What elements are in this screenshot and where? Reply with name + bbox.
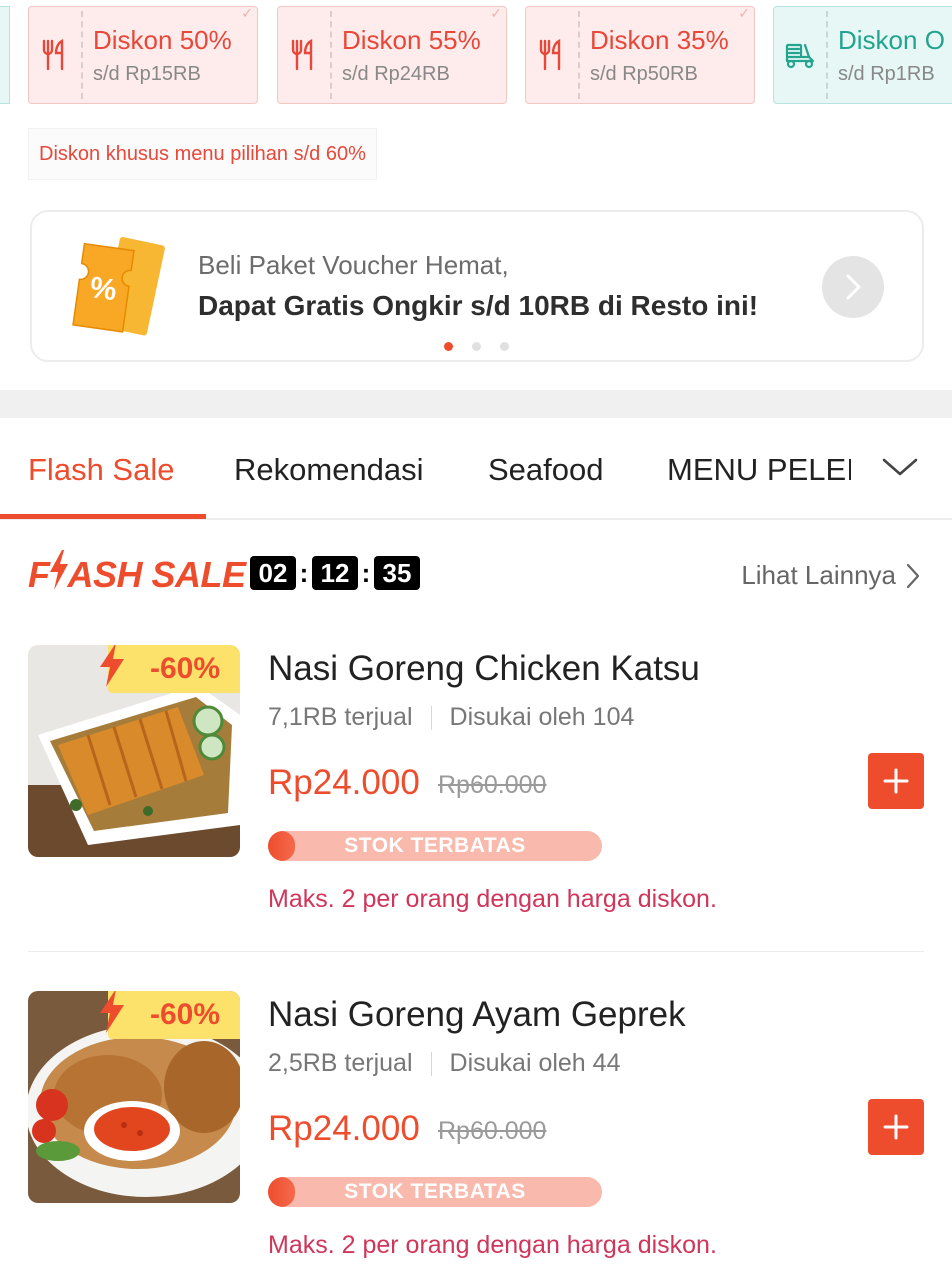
voucher-subtitle: s/d Rp24RB xyxy=(342,63,450,85)
lightning-icon xyxy=(98,645,126,692)
category-tabs: Flash Sale Rekomendasi Seafood MENU PELE… xyxy=(0,418,952,520)
product-name: Nasi Goreng Chicken Katsu xyxy=(268,649,700,688)
product-name: Nasi Goreng Ayam Geprek xyxy=(268,995,686,1034)
product-item[interactable]: -60% Nasi Goreng Ayam Geprek 2,5RB terju… xyxy=(0,991,952,1280)
carousel-pagination xyxy=(444,342,509,351)
svg-text:%: % xyxy=(88,271,119,307)
sold-count: 7,1RB terjual xyxy=(268,703,413,731)
tab-menu-pelengkap[interactable]: MENU PELEI xyxy=(667,452,851,488)
product-stats: 2,5RB terjual Disukai oleh 44 xyxy=(268,1049,620,1078)
product-stats: 7,1RB terjual Disukai oleh 104 xyxy=(268,703,634,732)
lightning-icon xyxy=(98,991,126,1038)
section-separator xyxy=(0,390,952,418)
flash-sale-logo: F ASH SALE xyxy=(28,550,246,599)
sale-price: Rp24.000 xyxy=(268,763,420,802)
checkmark-icon: ✓ xyxy=(490,6,502,21)
voucher-card[interactable]: Diskon 55% s/d Rp24RB ✓ xyxy=(277,6,507,104)
sold-count: 2,5RB terjual xyxy=(268,1049,413,1077)
stock-label: STOK TERBATAS xyxy=(344,834,526,857)
voucher-title: Diskon O xyxy=(838,25,945,55)
voucher-card[interactable]: Diskon 35% s/d Rp50RB ✓ xyxy=(525,6,755,104)
checkmark-icon: ✓ xyxy=(241,6,253,21)
row-divider xyxy=(28,951,924,952)
menu-discount-note: Diskon khusus menu pilihan s/d 60% xyxy=(28,128,377,180)
utensils-icon xyxy=(278,7,330,103)
product-image[interactable]: -60% xyxy=(28,645,240,857)
carousel-dot[interactable] xyxy=(444,342,453,351)
stock-progress-bar: STOK TERBATAS xyxy=(268,1177,602,1207)
voucher-card[interactable]: Diskon O s/d Rp1RB xyxy=(773,6,952,104)
plus-icon xyxy=(883,1114,909,1140)
chevron-right-icon xyxy=(906,563,920,588)
delivery-scooter-icon xyxy=(774,7,826,103)
like-count: Disukai oleh 104 xyxy=(449,703,635,731)
tab-rekomendasi[interactable]: Rekomendasi xyxy=(234,452,424,488)
see-more-link[interactable]: Lihat Lainnya xyxy=(741,560,920,591)
product-item[interactable]: -60% Nasi Goreng Chicken Katsu 7,1RB ter… xyxy=(0,645,952,965)
like-count: Disukai oleh 44 xyxy=(449,1049,621,1077)
flash-sale-logo-text: F xyxy=(28,553,50,595)
voucher-title: Diskon 50% xyxy=(93,25,232,55)
purchase-limit-note: Maks. 2 per orang dengan harga diskon. xyxy=(268,885,717,913)
sale-price: Rp24.000 xyxy=(268,1109,420,1148)
stock-progress-bar: STOK TERBATAS xyxy=(268,831,602,861)
voucher-title: Diskon 35% xyxy=(590,25,729,55)
carousel-dot[interactable] xyxy=(500,342,509,351)
voucher-subtitle: s/d Rp1RB xyxy=(838,63,935,85)
timer-hours: 02 xyxy=(250,556,296,590)
plus-icon xyxy=(883,768,909,794)
checkmark-icon: ✓ xyxy=(738,6,750,21)
voucher-card[interactable]: Diskon 50% s/d Rp15RB ✓ xyxy=(28,6,258,104)
voucher-title: Diskon 55% xyxy=(342,25,481,55)
banner-line-2: Dapat Gratis Ongkir s/d 10RB di Resto in… xyxy=(198,290,759,321)
flash-sale-header: F ASH SALE 02 : 12 : 35 Lihat Lainnya xyxy=(0,540,952,610)
active-tab-indicator xyxy=(0,514,206,519)
original-price: Rp60.000 xyxy=(438,771,547,799)
flash-sale-logo-text: ASH SALE xyxy=(67,553,247,595)
chevron-right-icon xyxy=(846,274,861,300)
promo-banner[interactable]: % Beli Paket Voucher Hemat, Dapat Gratis… xyxy=(30,210,924,362)
voucher-subtitle: s/d Rp15RB xyxy=(93,63,201,85)
carousel-dot[interactable] xyxy=(472,342,481,351)
purchase-limit-note: Maks. 2 per orang dengan harga diskon. xyxy=(268,1231,717,1259)
timer-minutes: 12 xyxy=(312,556,358,590)
lightning-icon xyxy=(48,550,70,599)
percent-ticket-icon: % xyxy=(72,234,168,347)
utensils-icon xyxy=(526,7,578,103)
original-price: Rp60.000 xyxy=(438,1117,547,1145)
add-to-cart-button[interactable] xyxy=(868,753,924,809)
voucher-subtitle: s/d Rp50RB xyxy=(590,63,698,85)
add-to-cart-button[interactable] xyxy=(868,1099,924,1155)
product-image[interactable]: -60% xyxy=(28,991,240,1203)
countdown-timer: 02 : 12 : 35 xyxy=(250,556,420,590)
stock-label: STOK TERBATAS xyxy=(344,1180,526,1203)
chevron-down-icon[interactable] xyxy=(880,452,920,487)
tab-flash-sale[interactable]: Flash Sale xyxy=(28,452,174,488)
discount-badge: -60% xyxy=(108,991,240,1039)
banner-line-1: Beli Paket Voucher Hemat, xyxy=(198,250,509,280)
utensils-icon xyxy=(29,7,81,103)
banner-next-button[interactable] xyxy=(822,256,884,318)
discount-badge: -60% xyxy=(108,645,240,693)
tab-seafood[interactable]: Seafood xyxy=(488,452,604,488)
see-more-label: Lihat Lainnya xyxy=(741,560,896,590)
voucher-strip: Diskon 50% s/d Rp15RB ✓ Diskon 55% s/d R… xyxy=(0,6,952,106)
timer-seconds: 35 xyxy=(374,556,420,590)
